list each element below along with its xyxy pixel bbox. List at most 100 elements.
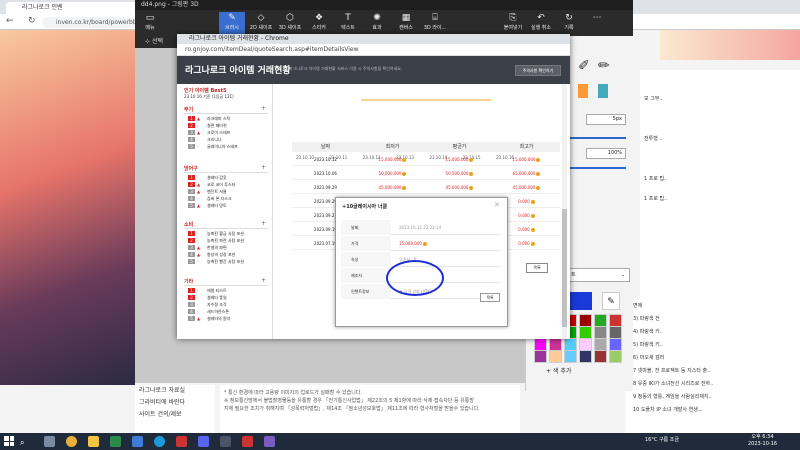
link-archive[interactable]: 라그나로크 자료실 (135, 385, 215, 397)
paint3d-icon[interactable] (264, 436, 275, 447)
right-tool-1-button[interactable]: ↶ 실행 취소 (528, 12, 554, 34)
palette-color-swatch[interactable] (534, 350, 547, 363)
popular-item[interactable]: 5 ▲ 셜레타 망토 (188, 203, 227, 209)
tool-6-button[interactable]: ▦ 캔버스 (393, 12, 419, 34)
palette-color-swatch[interactable] (564, 350, 577, 363)
news-item[interactable]: 9 정동의 형틀, 게임을 사람실리제지.. (625, 391, 800, 404)
link-report[interactable]: 사이트 건의/제보 (135, 409, 215, 421)
right-tool-3-button[interactable]: ⋯ (584, 12, 610, 34)
popular-item[interactable]: 2- 칠면 페티쉬 (188, 123, 227, 129)
windows-start-icon[interactable] (4, 436, 14, 446)
eyedropper-icon[interactable]: ✎ (602, 292, 620, 310)
palette-color-swatch[interactable] (609, 350, 622, 363)
fill-icon[interactable] (598, 84, 608, 98)
palette-color-swatch[interactable] (579, 350, 592, 363)
browser-tab[interactable]: 라그나로크 인벤 (6, 2, 138, 14)
tool-0-button[interactable]: ✎ 브러시 (219, 12, 245, 34)
right-tool-2-button[interactable]: ↻ 기록 (556, 12, 582, 34)
tool-2-button[interactable]: ⬡ 3D 셰이프 (277, 12, 303, 34)
news-item[interactable]: 10 도플차 IP 소녀 개발사 연생... (625, 404, 800, 417)
task-view-icon[interactable] (44, 436, 55, 447)
news-item[interactable]: 면에 (625, 300, 800, 313)
popular-item[interactable]: 3 ▲ 펜던트 서뮬 (188, 189, 227, 195)
edge-browser-icon[interactable] (154, 436, 165, 447)
thickness-field[interactable]: 5px (586, 114, 626, 125)
modal-list-button[interactable]: 목록 (480, 293, 500, 302)
popular-item[interactable]: 5 ▲ 셜레타의 원석 (188, 316, 230, 322)
popular-item[interactable]: 1- 에멀 티스트 (188, 288, 227, 294)
menu-button[interactable]: ▭ 메뉴 (137, 12, 163, 34)
popular-item[interactable]: 1 ▲ 라크레마 스틱 (188, 116, 230, 122)
discord-icon[interactable] (198, 436, 209, 447)
edge-icon[interactable] (110, 436, 121, 447)
popular-item[interactable]: 2- 셜레타 풍일 (188, 295, 227, 301)
news-item[interactable]: 4) 파랑색 키.. (625, 326, 800, 339)
palette-color-swatch[interactable] (549, 350, 562, 363)
news-item[interactable]: 6) 마오새 갤러 (625, 352, 800, 365)
eraser-icon[interactable] (578, 84, 588, 98)
clock[interactable]: 오후 6:34 2023-10-16 (748, 434, 777, 448)
popular-item[interactable]: 3 ▲ 한넬의 파편 (188, 245, 227, 251)
select-label[interactable]: 선택 (152, 38, 163, 45)
expand-icon[interactable]: + (261, 220, 266, 227)
tool-5-button[interactable]: ✺ 효과 (364, 12, 390, 34)
list-button[interactable]: 목록 (526, 263, 548, 273)
address-bar[interactable]: inven.co.kr/board/powerbbs (42, 17, 142, 28)
oil-brush-icon[interactable]: ✐ (578, 58, 590, 74)
link-feedback[interactable]: 그라비티에 바란다 (135, 397, 215, 409)
app-icon-gray[interactable] (220, 436, 231, 447)
file-explorer-icon[interactable] (88, 436, 99, 447)
right-tool-0-button[interactable]: ⎘ 붙여넣기 (500, 12, 526, 34)
news-item[interactable]: 8 유중 IKI가 소녀전선 시리즈로 전하.. (625, 378, 800, 391)
palette-color-swatch[interactable] (594, 350, 607, 363)
side-item[interactable]: 모 그부.. (644, 95, 663, 102)
popular-item[interactable]: 2- 농축된 파란 사탕 포션 (188, 238, 244, 244)
watercolor-icon[interactable]: ✏ (598, 58, 610, 74)
app-icon[interactable] (132, 436, 143, 447)
weather-widget[interactable]: 16°C 구름 조금 (645, 436, 679, 443)
expand-icon[interactable]: + (261, 164, 266, 171)
app-icon-red-2[interactable] (242, 436, 253, 447)
reload-icon[interactable]: ↻ (28, 16, 36, 26)
news-item[interactable]: 7 넷마블, 전 프로젝트 등 지스타 출.. (625, 365, 800, 378)
popular-item[interactable]: 4- 갑싸 본 디스크 (188, 196, 232, 202)
back-icon[interactable]: ← (6, 16, 14, 26)
tool-4-button[interactable]: T 텍스트 (335, 12, 361, 34)
close-icon[interactable]: ✕ (494, 201, 500, 209)
rank-change: ▲ (197, 130, 201, 135)
side-item[interactable]: 1 프로 팁.. (644, 195, 667, 202)
tool-3-button[interactable]: ❖ 스티커 (306, 12, 332, 34)
popular-item[interactable]: 5- 글레이니아 스태프 (188, 144, 238, 150)
tool-7-button[interactable]: ⌸ 3D 라이... (422, 12, 448, 34)
news-item[interactable]: 5) 파랑색 키.. (625, 339, 800, 352)
news-item[interactable]: 3) 파랑색 전 (625, 313, 800, 326)
rank-badge: 4 (188, 137, 195, 142)
detail-key: 날짜 (341, 220, 391, 235)
side-item[interactable]: 전투형 .. (644, 135, 663, 142)
expand-icon[interactable]: + (261, 105, 266, 112)
side-item[interactable]: 1 프로 팁.. (644, 175, 667, 182)
table-row[interactable]: 2023.09.29 45,000,000 45,000,000 45,000,000 (292, 182, 560, 194)
search-icon[interactable]: ⌕ (20, 438, 24, 448)
add-color-button[interactable]: + 색 추가 (546, 366, 616, 378)
popular-item[interactable]: 5- 농축된 빨간 사탕 포션 (188, 259, 244, 265)
popular-item[interactable]: 4- 크리니나 (188, 137, 222, 143)
select-icon[interactable]: ⊹ (145, 38, 152, 45)
expand-icon[interactable]: + (261, 277, 266, 284)
chrome-icon[interactable] (66, 436, 77, 447)
popular-item[interactable]: 3- 자수정 조각 (188, 302, 227, 308)
popular-item[interactable]: 1- 셜레타 갑옷 (188, 175, 227, 181)
table-row[interactable]: 2023.10.12 15,000,000 15,000,000 15,000,000 (292, 154, 560, 166)
tool-1-button[interactable]: ◇ 2D 셰이프 (248, 12, 274, 34)
table-row[interactable]: 2023.10.06 50,000,000 50,500,000 65,000,000 (292, 168, 560, 180)
scrollbar-thumb[interactable] (562, 209, 567, 327)
popular-item[interactable]: 4- 새드하얀스톤 (188, 309, 229, 315)
opacity-field[interactable]: 100% (586, 148, 626, 159)
popular-item[interactable]: 1- 농축된 황금 사탕 포션 (188, 231, 244, 237)
app-icon-red[interactable] (176, 436, 187, 447)
popup-address-bar[interactable]: ro.gnjoy.com/itemDeal/quoteSearch.asp#it… (177, 44, 570, 56)
popular-item[interactable]: 4 ▲ 향성의 성장 포션 (188, 252, 235, 258)
popular-item[interactable]: 3 ▲ 크로이 스태프 (188, 130, 230, 136)
popular-item[interactable]: 2 ▲ 코로 코어 투스터 (188, 182, 235, 188)
notice-button[interactable]: 주의사항 확인하기 (515, 65, 561, 76)
